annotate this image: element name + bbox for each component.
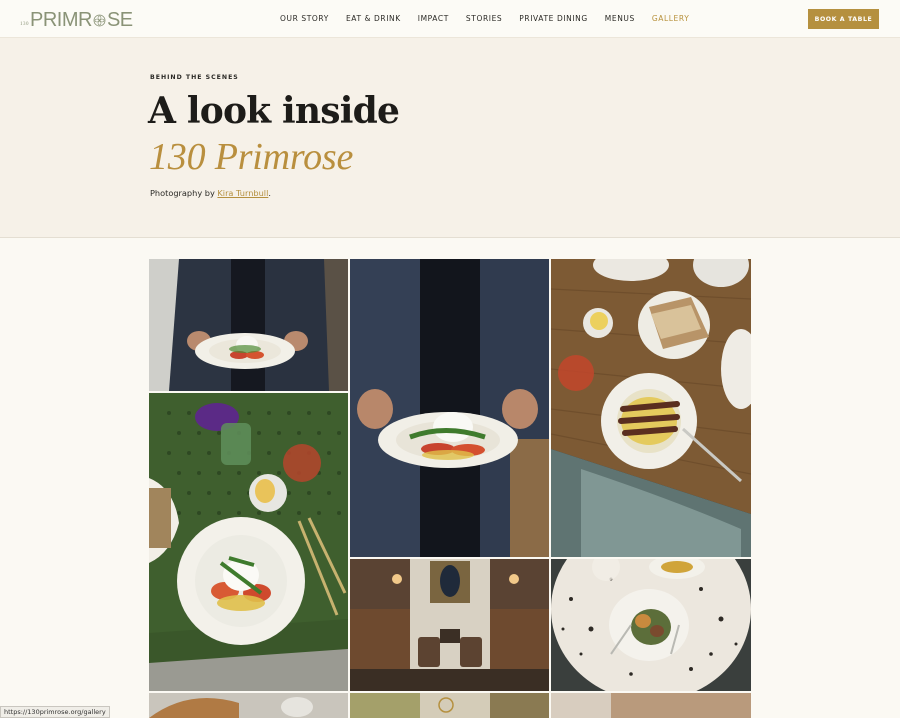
logo[interactable]: 130 PRIMR SE	[20, 7, 133, 31]
photo-gallery	[149, 259, 751, 718]
credit-suffix: .	[268, 188, 271, 198]
logo-wordmark-left: PRIMR	[30, 9, 92, 31]
gallery-image[interactable]	[350, 559, 549, 691]
status-bar-url: https://130primrose.org/gallery	[0, 706, 110, 718]
page-title-accent: 130 Primrose	[149, 136, 354, 178]
gallery-image[interactable]	[149, 393, 348, 691]
credit-prefix: Photography by	[150, 188, 218, 198]
hero: BEHIND THE SCENES A look inside 130 Prim…	[0, 38, 900, 238]
gallery-image[interactable]	[149, 693, 348, 718]
logo-wordmark-right: SE	[106, 9, 133, 31]
page-title: A look inside	[148, 90, 400, 132]
nav-private-dining[interactable]: PRIVATE DINING	[519, 14, 587, 23]
book-a-table-button[interactable]: BOOK A TABLE	[808, 9, 879, 29]
photo-credit: Photography by Kira Turnbull.	[150, 188, 271, 198]
nav-stories[interactable]: STORIES	[466, 14, 502, 23]
primrose-flower-icon	[93, 14, 106, 27]
gallery-image[interactable]	[551, 693, 751, 718]
gallery-image[interactable]	[551, 259, 751, 557]
nav-eat-drink[interactable]: EAT & DRINK	[346, 14, 401, 23]
gallery-image[interactable]	[350, 693, 549, 718]
site-header: 130 PRIMR SE OUR STORY EAT & DRINK IMPAC…	[0, 0, 900, 38]
main-nav: OUR STORY EAT & DRINK IMPACT STORIES PRI…	[280, 14, 689, 23]
nav-gallery[interactable]: GALLERY	[652, 14, 690, 23]
photographer-link[interactable]: Kira Turnbull	[217, 188, 268, 198]
nav-menus[interactable]: MENUS	[605, 14, 635, 23]
gallery-image[interactable]	[350, 259, 549, 557]
gallery-image[interactable]	[551, 559, 751, 691]
eyebrow: BEHIND THE SCENES	[150, 74, 239, 81]
nav-impact[interactable]: IMPACT	[418, 14, 449, 23]
gallery-image[interactable]	[149, 259, 348, 391]
logo-number: 130	[20, 22, 29, 27]
nav-our-story[interactable]: OUR STORY	[280, 14, 329, 23]
